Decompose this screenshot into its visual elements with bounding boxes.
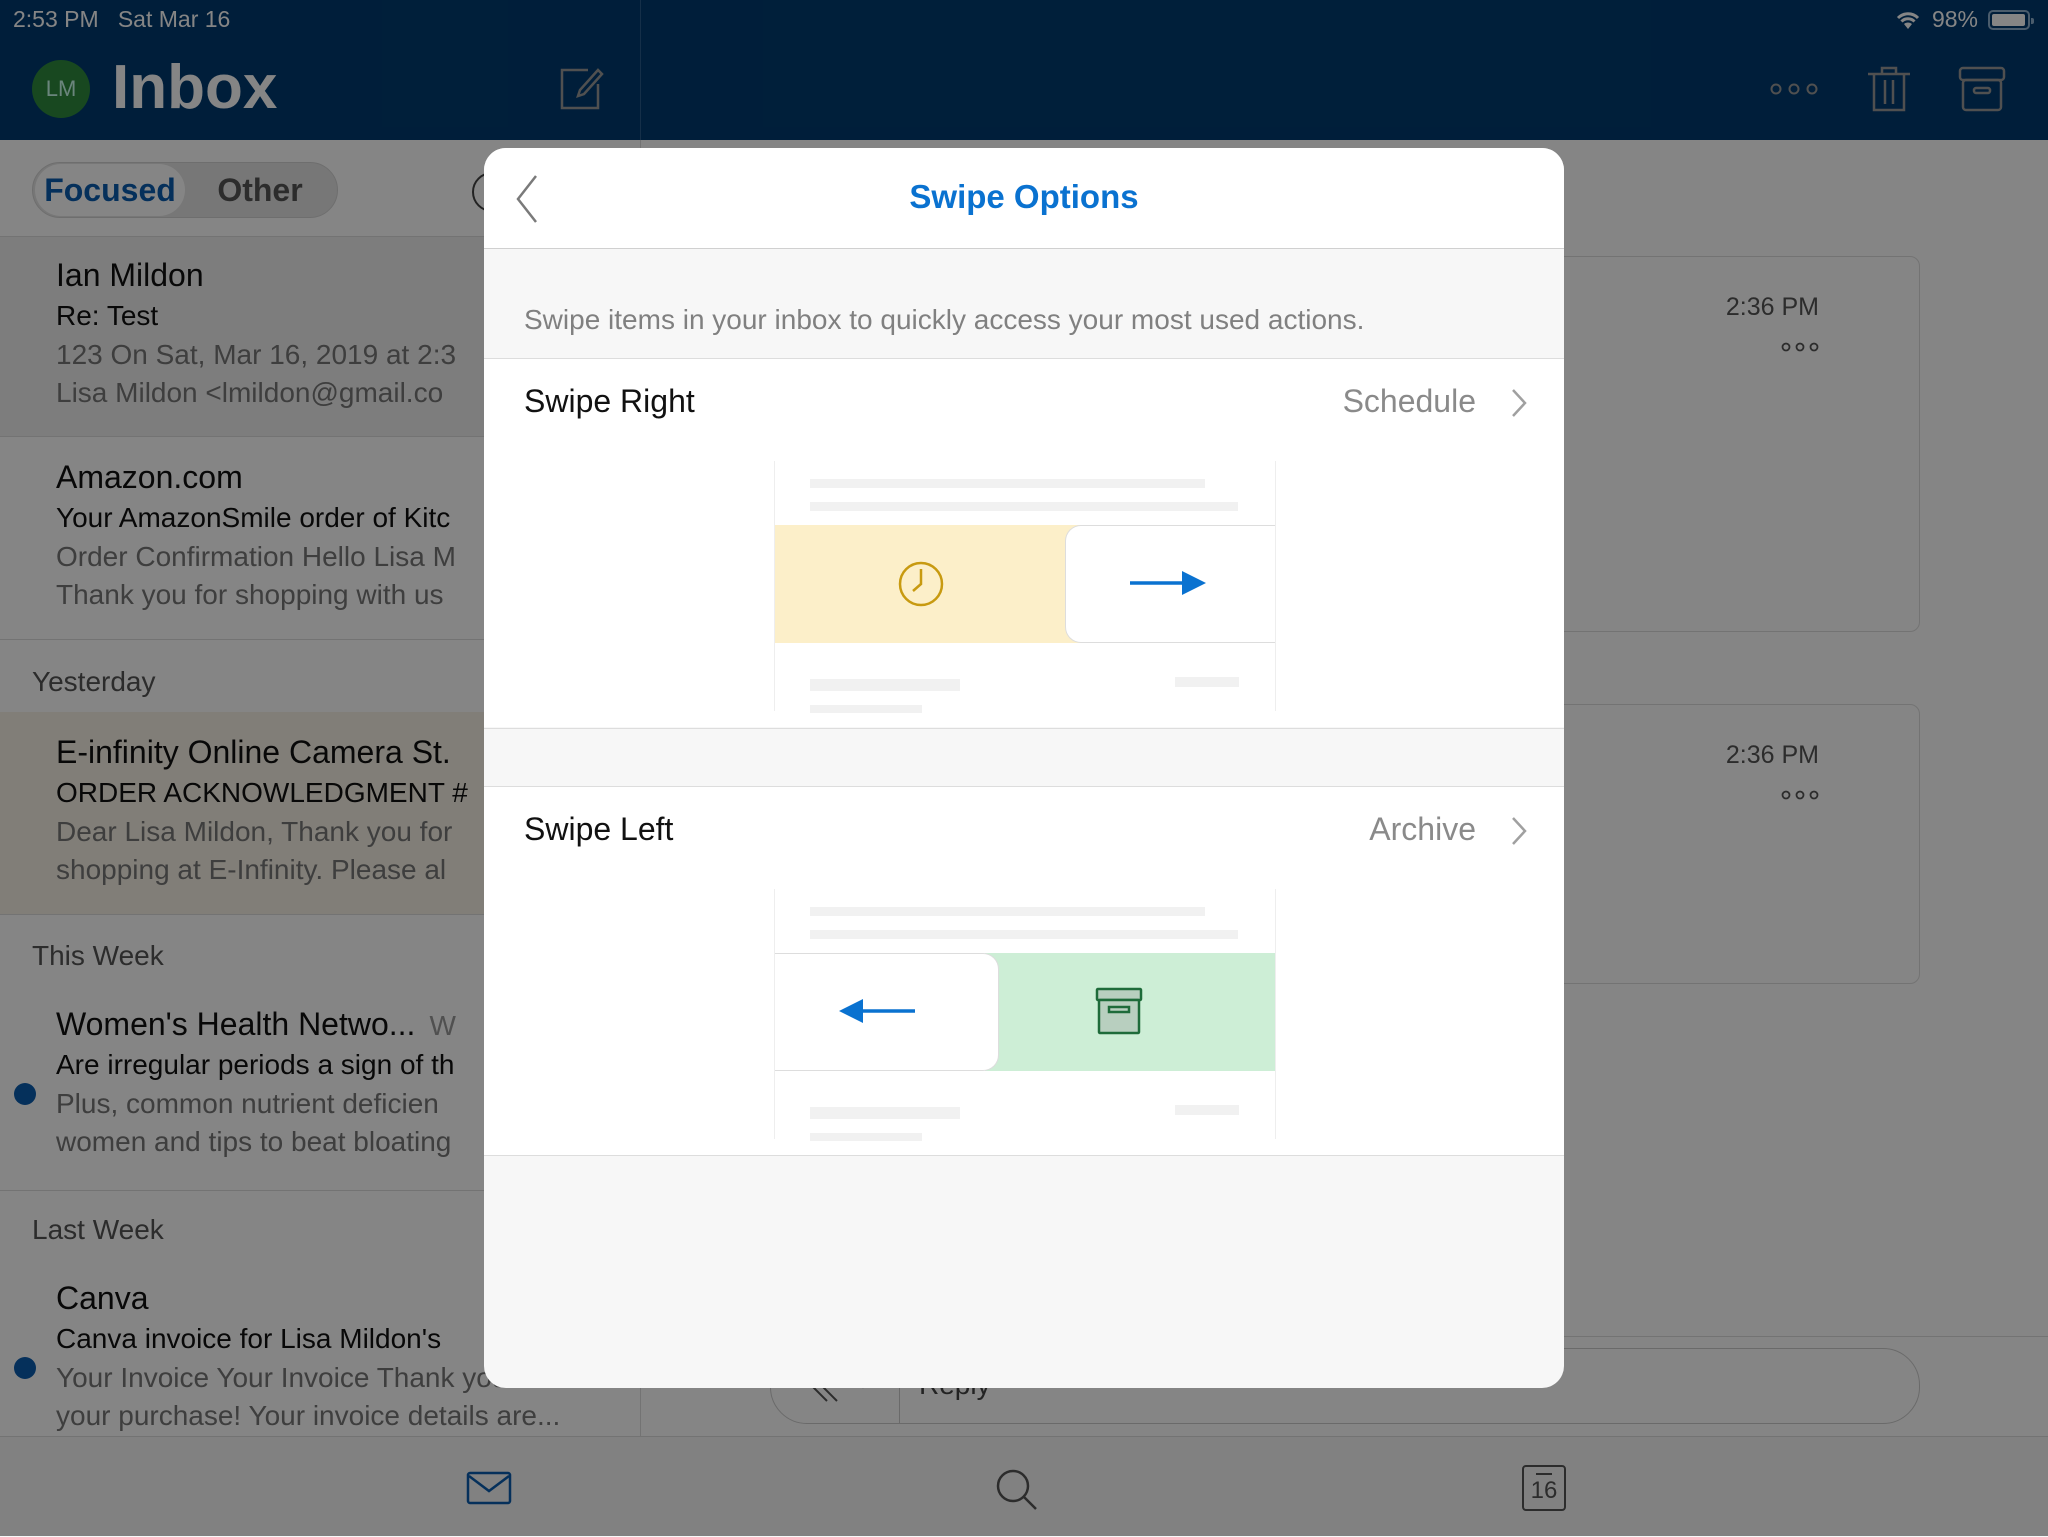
clock-icon xyxy=(898,561,944,607)
chevron-right-icon xyxy=(1512,389,1527,417)
modal-title: Swipe Options xyxy=(909,178,1139,215)
swipe-options-modal: Swipe Options Swipe items in your inbox … xyxy=(484,148,1564,1388)
option-label: Swipe Right xyxy=(524,383,695,419)
schedule-swipe-background xyxy=(775,525,1095,643)
arrow-left-icon xyxy=(839,999,915,1023)
chevron-right-icon xyxy=(1512,817,1527,845)
swipe-right-illustration xyxy=(484,447,1564,727)
swipe-left-option[interactable]: Swipe Left Archive xyxy=(484,786,1564,876)
option-value: Archive xyxy=(1369,811,1476,847)
archive-swipe-background xyxy=(985,953,1275,1071)
mail-card-preview xyxy=(775,953,999,1071)
modal-header: Swipe Options xyxy=(484,148,1564,249)
divider xyxy=(484,1155,1564,1156)
mail-card-preview xyxy=(1065,525,1275,643)
option-value: Schedule xyxy=(1342,383,1476,419)
option-label: Swipe Left xyxy=(524,811,674,847)
swipe-right-option[interactable]: Swipe Right Schedule xyxy=(484,358,1564,448)
section-spacer xyxy=(484,728,1564,787)
swipe-left-illustration xyxy=(484,875,1564,1155)
arrow-right-icon xyxy=(1130,571,1206,595)
archive-box-icon xyxy=(1095,987,1143,1035)
modal-description: Swipe items in your inbox to quickly acc… xyxy=(524,304,1365,335)
